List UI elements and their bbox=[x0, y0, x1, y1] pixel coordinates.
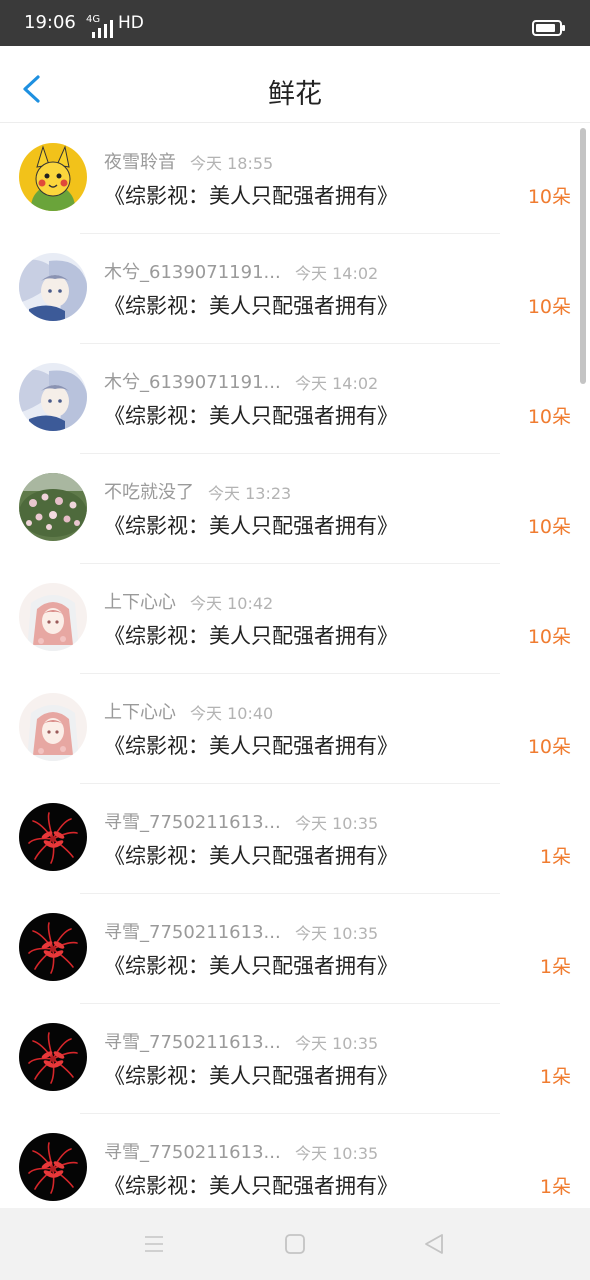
timestamp: 今天 10:35 bbox=[295, 814, 379, 833]
flower-record-row[interactable]: 寻雪_7750211613... 今天 10:35 《综影视：美人只配强者拥有》 1朵 bbox=[0, 894, 590, 1004]
user-avatar[interactable] bbox=[19, 473, 87, 541]
status-bar: 19:06 4G HD bbox=[0, 0, 590, 46]
flower-record-row[interactable]: 木兮_6139071191... 今天 14:02 《综影视：美人只配强者拥有》 10… bbox=[0, 344, 590, 454]
flower-record-row[interactable]: 寻雪_7750211613... 今天 10:35 《综影视：美人只配强者拥有》 1朵 bbox=[0, 1004, 590, 1114]
flower-count: 10朵 bbox=[527, 516, 571, 538]
username[interactable]: 不吃就没了 bbox=[104, 478, 194, 504]
flower-record-row[interactable]: 不吃就没了 今天 13:23 《综影视：美人只配强者拥有》 10朵 bbox=[0, 454, 590, 564]
user-avatar[interactable] bbox=[19, 1023, 87, 1091]
flower-count: 1朵 bbox=[539, 846, 571, 868]
user-avatar[interactable] bbox=[19, 693, 87, 761]
username[interactable]: 木兮_6139071191... bbox=[104, 368, 281, 394]
timestamp: 今天 14:02 bbox=[295, 374, 379, 393]
flower-count: 1朵 bbox=[539, 1066, 571, 1088]
flower-count: 10朵 bbox=[527, 626, 571, 648]
timestamp: 今天 10:35 bbox=[295, 1034, 379, 1053]
user-avatar[interactable] bbox=[19, 143, 87, 211]
timestamp: 今天 10:42 bbox=[190, 594, 274, 613]
timestamp: 今天 13:23 bbox=[208, 484, 292, 503]
book-title: 《综影视：美人只配强者拥有》 bbox=[104, 624, 398, 648]
timestamp: 今天 18:55 bbox=[190, 154, 274, 173]
flower-count: 1朵 bbox=[539, 956, 571, 978]
home-icon[interactable] bbox=[283, 1232, 307, 1256]
book-title: 《综影视：美人只配强者拥有》 bbox=[104, 1174, 398, 1198]
username[interactable]: 寻雪_7750211613... bbox=[104, 808, 281, 834]
flower-record-row[interactable]: 木兮_6139071191... 今天 14:02 《综影视：美人只配强者拥有》 10… bbox=[0, 234, 590, 344]
username[interactable]: 寻雪_7750211613... bbox=[104, 918, 281, 944]
book-title: 《综影视：美人只配强者拥有》 bbox=[104, 294, 398, 318]
user-avatar[interactable] bbox=[19, 363, 87, 431]
user-avatar[interactable] bbox=[19, 803, 87, 871]
app-header: 鲜花 bbox=[0, 46, 590, 123]
hd-indicator: HD bbox=[118, 13, 144, 33]
user-avatar[interactable] bbox=[19, 913, 87, 981]
back-triangle-icon[interactable] bbox=[422, 1232, 446, 1256]
flower-count: 10朵 bbox=[527, 186, 571, 208]
book-title: 《综影视：美人只配强者拥有》 bbox=[104, 184, 398, 208]
flower-record-row[interactable]: 寻雪_7750211613... 今天 10:35 《综影视：美人只配强者拥有》 1朵 bbox=[0, 1114, 590, 1208]
username[interactable]: 寻雪_7750211613... bbox=[104, 1028, 281, 1054]
book-title: 《综影视：美人只配强者拥有》 bbox=[104, 844, 398, 868]
username[interactable]: 木兮_6139071191... bbox=[104, 258, 281, 284]
page-title: 鲜花 bbox=[268, 79, 322, 110]
user-avatar[interactable] bbox=[19, 583, 87, 651]
status-time: 19:06 bbox=[24, 12, 76, 33]
flower-count: 10朵 bbox=[527, 406, 571, 428]
flower-record-row[interactable]: 夜雪聆音 今天 18:55 《综影视：美人只配强者拥有》 10朵 bbox=[0, 124, 590, 234]
timestamp: 今天 10:35 bbox=[295, 924, 379, 943]
timestamp: 今天 14:02 bbox=[295, 264, 379, 283]
flower-record-row[interactable]: 上下心心 今天 10:42 《综影视：美人只配强者拥有》 10朵 bbox=[0, 564, 590, 674]
username[interactable]: 寻雪_7750211613... bbox=[104, 1138, 281, 1164]
timestamp: 今天 10:35 bbox=[295, 1144, 379, 1163]
timestamp: 今天 10:40 bbox=[190, 704, 274, 723]
username[interactable]: 夜雪聆音 bbox=[104, 148, 176, 174]
user-avatar[interactable] bbox=[19, 1133, 87, 1201]
book-title: 《综影视：美人只配强者拥有》 bbox=[104, 404, 398, 428]
book-title: 《综影视：美人只配强者拥有》 bbox=[104, 734, 398, 758]
book-title: 《综影视：美人只配强者拥有》 bbox=[104, 954, 398, 978]
flower-record-row[interactable]: 上下心心 今天 10:40 《综影视：美人只配强者拥有》 10朵 bbox=[0, 674, 590, 784]
book-title: 《综影视：美人只配强者拥有》 bbox=[104, 514, 398, 538]
menu-icon[interactable] bbox=[142, 1232, 166, 1256]
username[interactable]: 上下心心 bbox=[104, 588, 176, 614]
flower-record-list[interactable]: 夜雪聆音 今天 18:55 《综影视：美人只配强者拥有》 10朵 木兮_61390711… bbox=[0, 124, 590, 1208]
signal-icon bbox=[92, 20, 113, 38]
book-title: 《综影视：美人只配强者拥有》 bbox=[104, 1064, 398, 1088]
scrollbar[interactable] bbox=[580, 128, 586, 384]
flower-count: 10朵 bbox=[527, 296, 571, 318]
system-nav-bar bbox=[0, 1208, 590, 1280]
flower-count: 1朵 bbox=[539, 1176, 571, 1198]
username[interactable]: 上下心心 bbox=[104, 698, 176, 724]
flower-record-row[interactable]: 寻雪_7750211613... 今天 10:35 《综影视：美人只配强者拥有》 1朵 bbox=[0, 784, 590, 894]
user-avatar[interactable] bbox=[19, 253, 87, 321]
flower-count: 10朵 bbox=[527, 736, 571, 758]
battery-icon bbox=[532, 20, 565, 36]
